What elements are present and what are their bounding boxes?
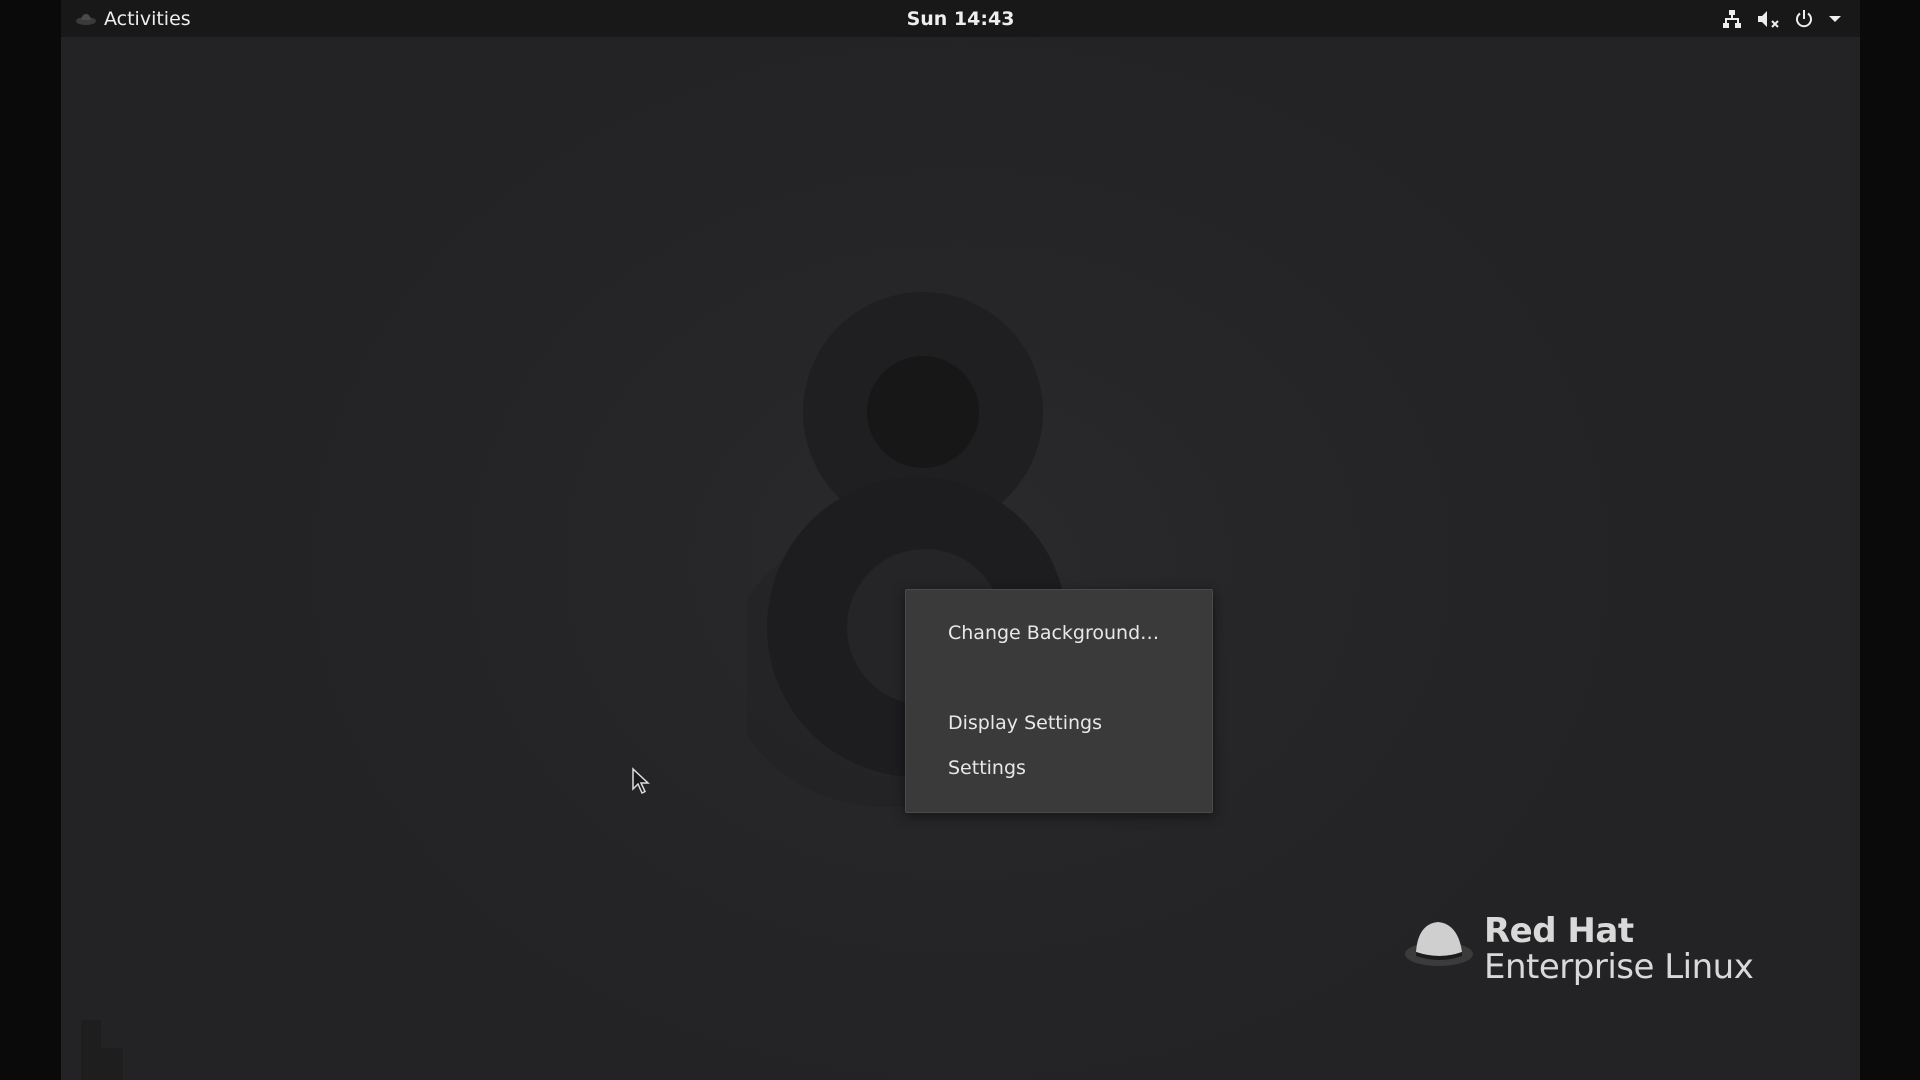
top-bar: Activities Sun 14:43 — [61, 0, 1860, 37]
wallpaper-corner-shape — [81, 1020, 123, 1080]
power-icon[interactable] — [1794, 9, 1814, 29]
menu-item-label: Change Background… — [948, 622, 1160, 644]
menu-separator — [906, 658, 1212, 702]
screen: Activities Sun 14:43 Change Background… … — [0, 0, 1920, 1080]
desktop-background[interactable]: Activities Sun 14:43 Change Background… … — [61, 0, 1860, 1080]
network-wired-icon[interactable] — [1722, 9, 1742, 29]
redhat-logo-icon — [1405, 922, 1473, 966]
menu-item-settings[interactable]: Settings — [906, 748, 1212, 788]
system-tray[interactable] — [1722, 0, 1842, 37]
activities-button[interactable]: Activities — [76, 0, 191, 37]
mouse-pointer-icon — [632, 767, 650, 795]
brand-line-1: Red Hat — [1484, 911, 1634, 951]
brand-line-2: Enterprise Linux — [1484, 946, 1754, 987]
redhat-hat-icon — [76, 13, 96, 25]
menu-item-display-settings[interactable]: Display Settings — [906, 703, 1212, 743]
chevron-down-icon[interactable] — [1828, 14, 1842, 24]
redhat-brand: Red Hat Enterprise Linux — [1404, 911, 1754, 987]
clock[interactable]: Sun 14:43 — [907, 0, 1015, 37]
menu-item-label: Display Settings — [948, 712, 1103, 734]
menu-item-label: Settings — [948, 757, 1026, 779]
audio-muted-icon[interactable] — [1756, 9, 1780, 29]
desktop-context-menu: Change Background… Display Settings Sett… — [905, 589, 1213, 813]
clock-label: Sun 14:43 — [906, 7, 1015, 30]
menu-item-change-background[interactable]: Change Background… — [906, 613, 1212, 653]
activities-label: Activities — [104, 7, 191, 30]
